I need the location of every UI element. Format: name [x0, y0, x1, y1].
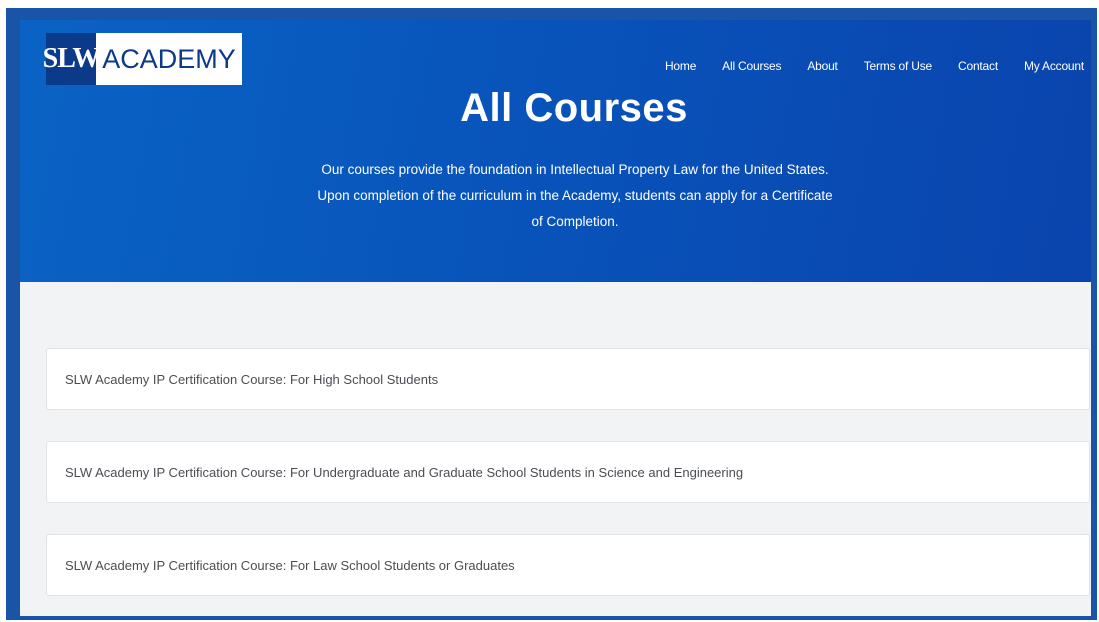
logo-slw-text: SLW [43, 33, 100, 85]
course-card-law-school[interactable]: SLW Academy IP Certification Course: For… [46, 534, 1090, 596]
site-logo[interactable]: SLW ACADEMY [43, 33, 242, 85]
nav-link-home[interactable]: Home [665, 59, 696, 73]
nav-link-all-courses[interactable]: All Courses [722, 59, 781, 73]
hero-header: SLW ACADEMY Home All Courses About Terms… [20, 20, 1091, 282]
course-card-undergraduate[interactable]: SLW Academy IP Certification Course: For… [46, 441, 1090, 503]
screenshot-frame: SLW ACADEMY Home All Courses About Terms… [6, 8, 1097, 620]
nav-link-about[interactable]: About [807, 59, 838, 73]
nav-link-my-account[interactable]: My Account [1024, 59, 1084, 73]
course-card-high-school[interactable]: SLW Academy IP Certification Course: For… [46, 348, 1090, 410]
main-nav: Home All Courses About Terms of Use Cont… [639, 59, 1084, 73]
page-title: All Courses [460, 86, 688, 130]
course-title: SLW Academy IP Certification Course: For… [65, 464, 744, 480]
course-title: SLW Academy IP Certification Course: For… [65, 371, 439, 387]
page: SLW ACADEMY Home All Courses About Terms… [20, 20, 1091, 616]
logo-academy-text: ACADEMY [96, 33, 242, 85]
hero-description: Our courses provide the foundation in In… [317, 162, 833, 229]
nav-link-terms-of-use[interactable]: Terms of Use [864, 59, 932, 73]
nav-link-contact[interactable]: Contact [958, 59, 998, 73]
course-title: SLW Academy IP Certification Course: For… [65, 557, 515, 573]
